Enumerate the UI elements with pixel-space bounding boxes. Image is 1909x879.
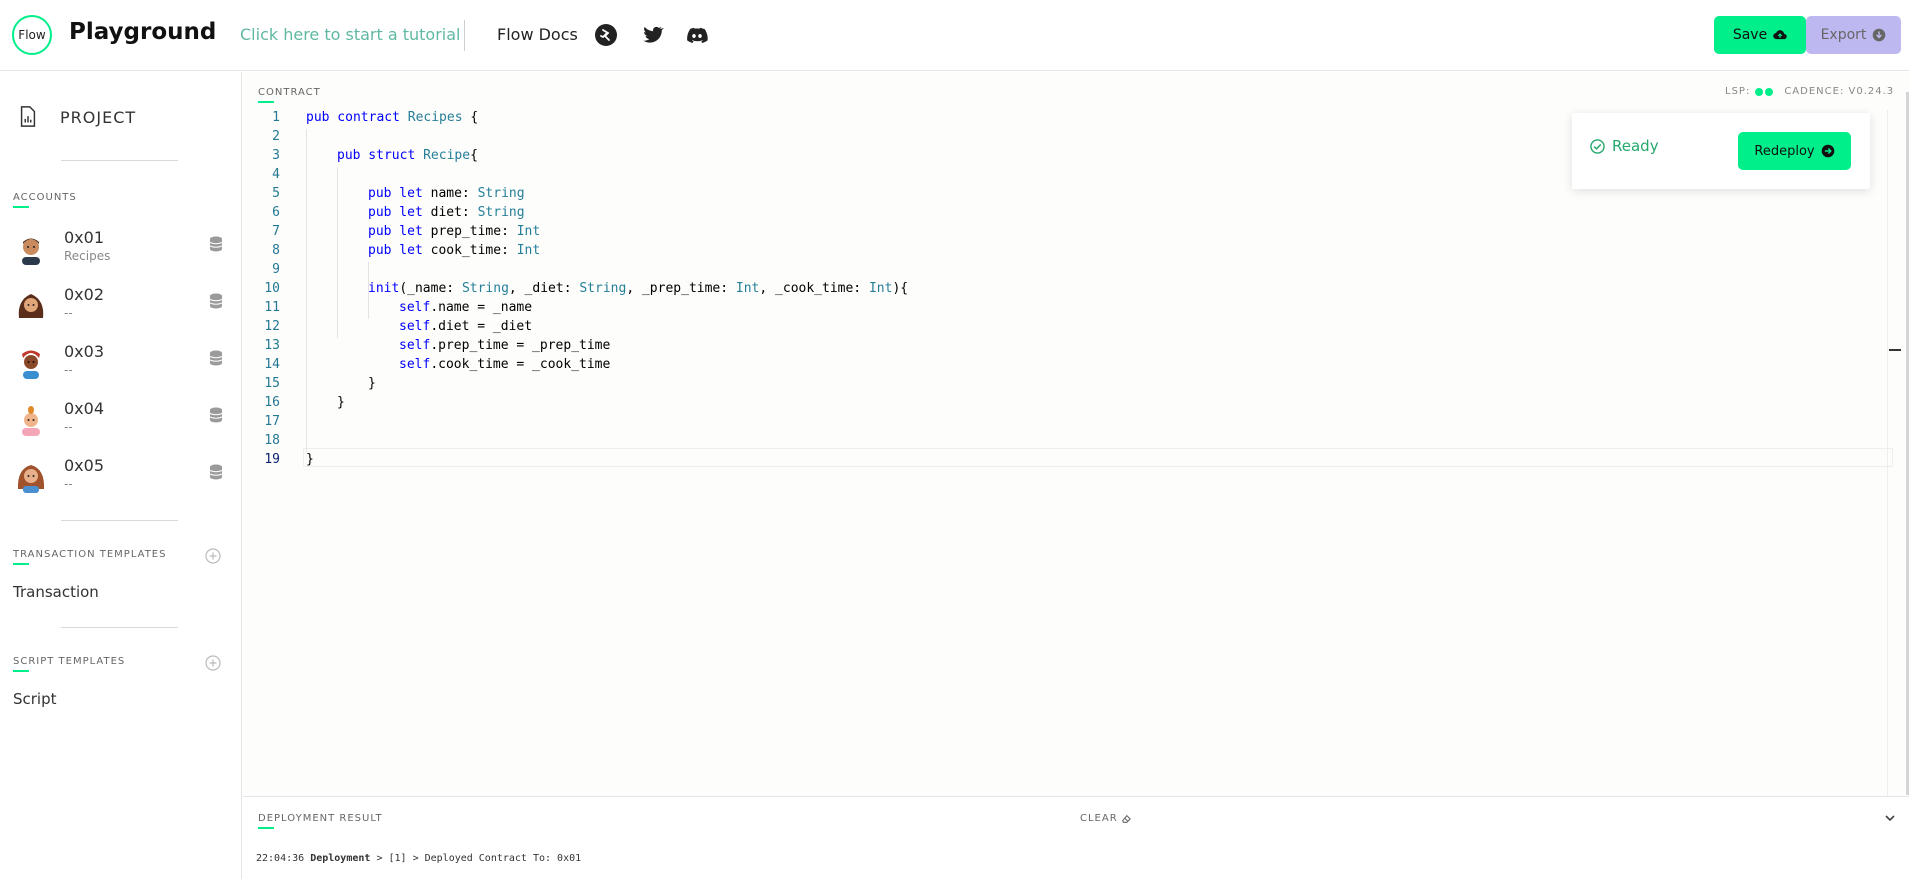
log-type: Deployment (310, 853, 371, 864)
account-contract: -- (64, 306, 73, 320)
log-time: 22:04:36 (256, 853, 305, 864)
code-line: 7 pub let prep_time: Int (272, 224, 541, 239)
add-transaction-icon[interactable] (205, 548, 221, 564)
avatar (22, 406, 40, 436)
account-contract: Recipes (64, 249, 111, 263)
avatar (18, 294, 44, 318)
logo-text: Flow (18, 28, 46, 42)
account-contract: -- (64, 420, 73, 434)
cadence-version: CADENCE: V0.24.3 (1784, 86, 1895, 97)
transaction-templates-heading: TRANSACTION TEMPLATES (13, 549, 167, 560)
account-contract: -- (64, 363, 73, 377)
check-circle-icon (1590, 138, 1605, 154)
deployment-result-underline (258, 827, 274, 829)
transaction-templates-underline (13, 563, 29, 565)
arrow-right-circle-icon (1821, 144, 1834, 158)
database-icon[interactable] (209, 407, 223, 423)
ready-status: Ready (1590, 137, 1659, 155)
contract-underline (258, 101, 274, 103)
flow-docs-link[interactable]: Flow Docs (497, 25, 578, 44)
log-message: > [1] > Deployed Contract To: 0x01 (370, 853, 582, 864)
status-text: Ready (1612, 137, 1659, 155)
account-address: 0x03 (64, 342, 105, 361)
flow-runner-icon[interactable] (594, 23, 618, 47)
account-contract: -- (64, 477, 73, 491)
account-address: 0x05 (64, 456, 105, 475)
redeploy-button[interactable]: Redeploy (1738, 132, 1851, 170)
chevron-down-icon[interactable] (1883, 811, 1897, 825)
top-header: Flow Playground Click here to start a tu… (0, 0, 1909, 71)
export-button[interactable]: Export (1806, 16, 1901, 54)
deploy-status-panel: Ready Redeploy (1572, 113, 1870, 189)
avatar (17, 465, 45, 493)
project-label: PROJECT (60, 107, 137, 127)
code-line: 10 init(_name: String, _diet: String, _pr… (264, 281, 909, 296)
deployment-result-panel: DEPLOYMENT RESULT CLEAR 22:04:36 Deploym… (243, 796, 1909, 879)
account-item-0x05[interactable]: 0x05 -- (0, 456, 241, 510)
divider (61, 627, 178, 628)
accounts-underline (13, 206, 29, 208)
code-line: 11 self.name = _name (264, 300, 533, 315)
account-item-0x03[interactable]: 0x03 -- (0, 342, 241, 396)
account-address: 0x02 (64, 285, 105, 304)
account-item-0x01[interactable]: 0x01 Recipes (0, 228, 241, 282)
code-line: 18 (264, 433, 280, 448)
app-title: Playground (69, 19, 217, 45)
document-chart-icon (20, 106, 36, 127)
clear-button[interactable]: CLEAR (1080, 813, 1131, 824)
code-line: 15} (264, 376, 376, 391)
project-item[interactable]: PROJECT (18, 106, 136, 128)
code-line: 14 self.cook_time = _cook_time (264, 357, 611, 372)
script-template-item[interactable]: Script (13, 690, 57, 708)
transaction-template-item[interactable]: Transaction (13, 583, 99, 601)
discord-icon[interactable] (685, 23, 709, 47)
avatar (22, 350, 40, 379)
sidebar: PROJECT ACCOUNTS 0x01 Recipes 0x02 -- 0x… (0, 72, 242, 879)
tutorial-link[interactable]: Click here to start a tutorial (240, 25, 461, 44)
deployment-result-heading: DEPLOYMENT RESULT (258, 813, 383, 824)
language-server-status: LSP: CADENCE: V0.24.3 (1725, 86, 1894, 97)
download-arrow-icon (1873, 28, 1886, 42)
code-line: 13 self.prep_time = _prep_time (264, 338, 611, 353)
code-line: 12 self.diet = _diet (264, 319, 533, 334)
script-templates-heading: SCRIPT TEMPLATES (13, 656, 126, 667)
code-line: 9 (272, 262, 280, 277)
save-button[interactable]: Save (1714, 16, 1806, 54)
database-icon[interactable] (209, 293, 223, 309)
code-line: 16} (264, 395, 345, 410)
cloud-upload-icon (1773, 30, 1787, 40)
twitter-icon[interactable] (640, 23, 664, 47)
database-icon[interactable] (209, 464, 223, 480)
deployment-log-line: 22:04:36 Deployment > [1] > Deployed Con… (256, 853, 581, 864)
code-line: 6 pub let diet: String (272, 205, 525, 220)
flow-logo[interactable]: Flow (12, 15, 52, 55)
lsp-status-dots (1755, 87, 1774, 96)
code-line: 19} (264, 452, 314, 467)
redeploy-label: Redeploy (1754, 143, 1815, 159)
avatar (22, 238, 40, 265)
overview-ruler-mark (1889, 349, 1901, 351)
header-divider (464, 20, 465, 51)
account-item-0x02[interactable]: 0x02 -- (0, 285, 241, 339)
divider (61, 160, 178, 161)
clear-label: CLEAR (1080, 813, 1118, 824)
account-item-0x04[interactable]: 0x04 -- (0, 399, 241, 453)
database-icon[interactable] (209, 236, 223, 252)
contract-heading: CONTRACT (258, 87, 321, 98)
add-script-icon[interactable] (205, 655, 221, 671)
code-line: 8 pub let cook_time: Int (272, 243, 541, 258)
export-label: Export (1820, 27, 1867, 43)
accounts-heading: ACCOUNTS (13, 192, 77, 203)
account-address: 0x04 (64, 399, 105, 418)
database-icon[interactable] (209, 350, 223, 366)
save-label: Save (1732, 27, 1768, 43)
code-line: 17 (264, 414, 280, 429)
eraser-icon (1121, 814, 1131, 823)
lsp-label: LSP: (1725, 86, 1751, 97)
account-address: 0x01 (64, 228, 105, 247)
script-templates-underline (13, 670, 29, 672)
divider (61, 520, 178, 521)
